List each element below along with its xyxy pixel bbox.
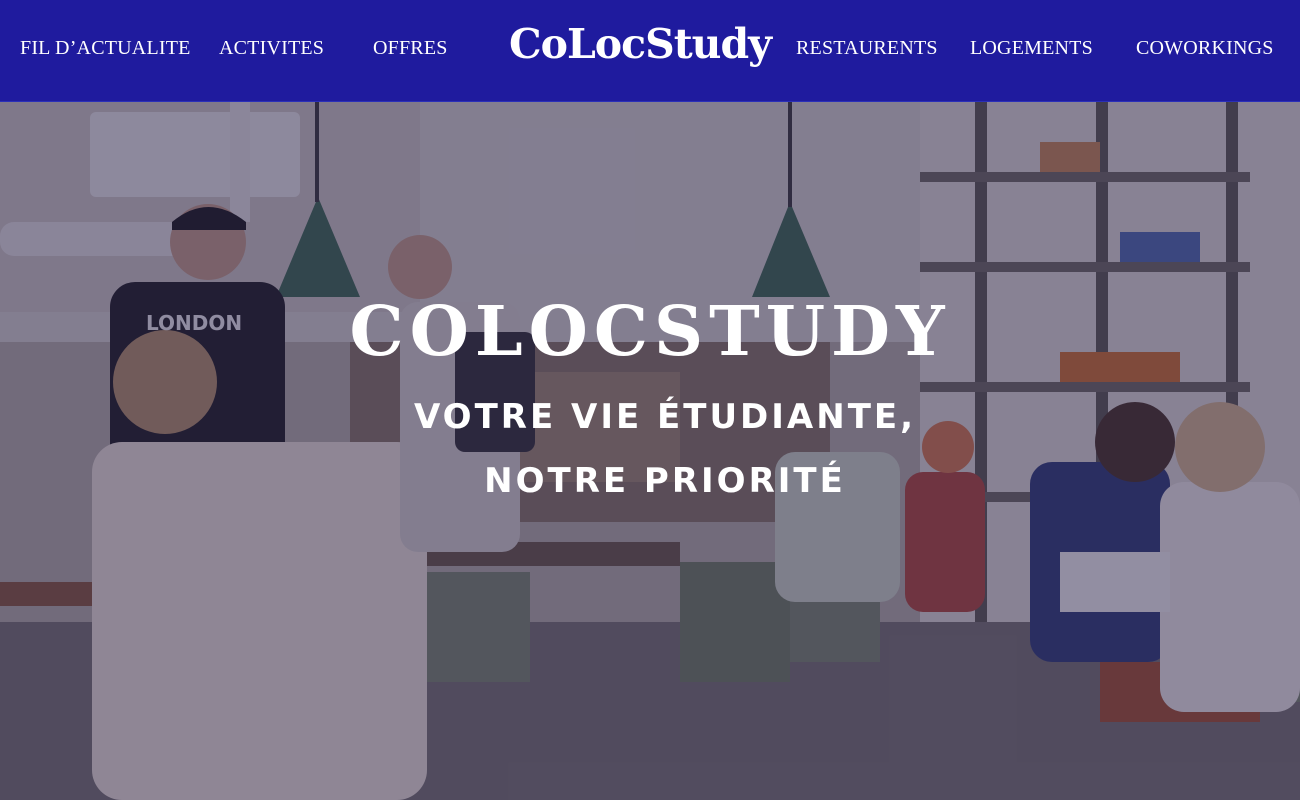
nav-link-restaurents[interactable]: RESTAURENTS	[796, 37, 938, 60]
nav-link-offres[interactable]: OFFRES	[373, 37, 448, 60]
hero-subtitle: VOTRE VIE ÉTUDIANTE, NOTRE PRIORITÉ	[413, 397, 917, 501]
hero-section: LONDON COLOCSTUDY VOTRE VIE ÉTUDIANTE, N…	[0, 102, 1300, 800]
nav-link-activites[interactable]: ACTIVITES	[219, 37, 324, 60]
top-navigation-bar: FIL D’ACTUALITE ACTIVITES OFFRES CoLocSt…	[0, 0, 1300, 102]
nav-link-fil-actualite[interactable]: FIL D’ACTUALITE	[20, 37, 191, 60]
nav-link-coworkings[interactable]: COWORKINGS	[1136, 37, 1274, 60]
nav-link-logements[interactable]: LOGEMENTS	[970, 37, 1093, 60]
hero-title: COLOCSTUDY	[349, 292, 951, 372]
brand-logo-text[interactable]: CoLocStudy	[509, 20, 772, 68]
